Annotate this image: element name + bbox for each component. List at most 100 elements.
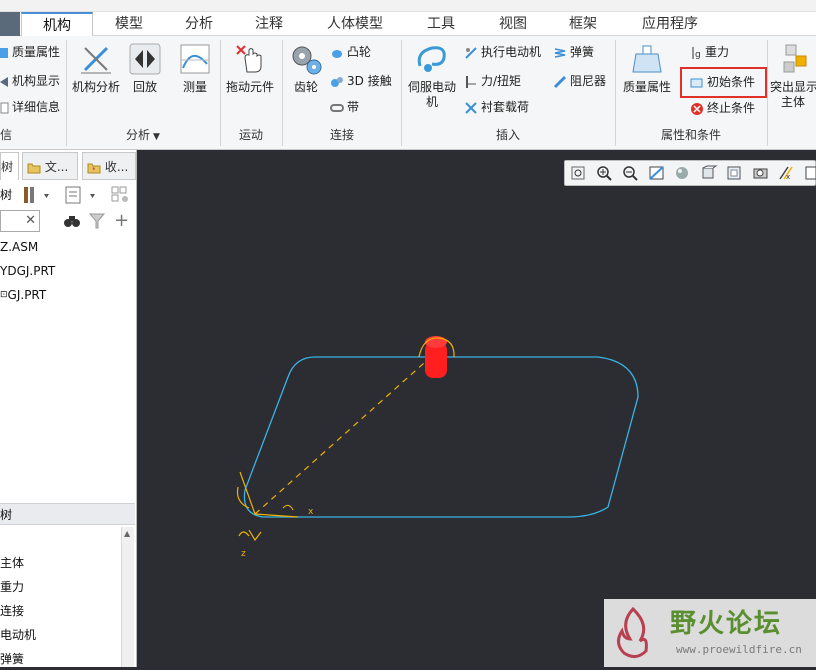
list-icon — [65, 186, 95, 204]
tab-view[interactable]: 视图 — [477, 12, 549, 36]
axis-arc — [236, 486, 250, 509]
chevron-down-icon: ▼ — [153, 132, 160, 142]
svg-text:x: x — [786, 173, 790, 181]
tree-label: 树 — [0, 188, 13, 202]
watermark: 野火论坛 www.proewildfire.cn — [604, 599, 816, 667]
favorites-folder-icon: * — [87, 163, 101, 174]
drag-components-button[interactable]: 拖动元件 — [222, 42, 278, 95]
filter-icon — [88, 213, 106, 229]
tab-annotate[interactable]: 注释 — [233, 12, 305, 36]
group-connect-label: 连接 — [329, 128, 354, 142]
z-axis-label: z — [241, 549, 246, 559]
clear-icon[interactable]: ✕ — [25, 213, 36, 228]
tab-frame[interactable]: 框架 — [549, 12, 617, 36]
mass-properties-icon — [632, 45, 662, 73]
svg-text:*: * — [92, 166, 96, 174]
gravity-item[interactable]: g 重力 — [690, 42, 729, 62]
belt-item[interactable]: 带 — [330, 97, 359, 117]
x-axis-label: x — [308, 507, 314, 517]
gears-button[interactable]: 齿轮 — [286, 42, 326, 95]
axis-arc-bottom — [238, 531, 250, 537]
tab-favorites[interactable]: * 收... — [82, 152, 136, 180]
details-item[interactable]: 详细信息 — [0, 97, 60, 117]
tab-mechanism[interactable]: 机构 — [21, 12, 93, 36]
grid-settings-icon — [111, 186, 128, 202]
tab-model-tree[interactable]: 树 — [0, 152, 19, 180]
bushing-load-item[interactable]: 衬套载荷 — [464, 97, 529, 117]
force-torque-icon — [466, 75, 476, 88]
scroll-up-icon[interactable]: ▲ — [124, 529, 130, 538]
tab-applications[interactable]: 应用程序 — [617, 12, 723, 36]
measure-icon — [180, 44, 210, 74]
group-properties-label: 属性和条件 — [660, 128, 721, 142]
mechanism-analysis-button[interactable]: 机构分析 — [70, 42, 122, 95]
search-input[interactable]: ✕ — [0, 210, 40, 232]
mechanism-tree-header: 树 — [0, 503, 135, 525]
mech-tree-item-motors[interactable]: 电动机 — [0, 624, 36, 646]
cam-item[interactable]: 凸轮 — [330, 42, 371, 62]
tab-folder-browser[interactable]: 文... — [22, 152, 78, 180]
refit-icon[interactable] — [570, 165, 588, 181]
force-motor-item[interactable]: 执行电动机 — [464, 42, 541, 62]
tree-item-part[interactable]: YDGJ.PRT — [0, 260, 55, 282]
spring-item[interactable]: 弹簧 — [553, 42, 594, 62]
mech-tree-item-connections[interactable]: 连接 — [0, 600, 24, 622]
group-info-label: 信息 — [0, 128, 13, 142]
path-curve — [243, 356, 639, 518]
force-torque-item[interactable]: 力/扭矩 — [464, 71, 521, 91]
mech-tree-item-gravity[interactable]: 重力 — [0, 576, 24, 598]
tab-manikin[interactable]: 人体模型 — [305, 12, 405, 36]
group-motion-label: 运动 — [238, 128, 263, 142]
display-style-icon[interactable] — [674, 165, 692, 181]
servo-motor-button[interactable]: 伺服电动机 — [404, 42, 460, 110]
binoculars-icon — [64, 216, 80, 227]
measure-button[interactable]: 测量 — [174, 42, 216, 95]
highlight-bodies-icon — [783, 44, 807, 73]
tree-item-asm[interactable]: Z.ASM — [0, 236, 38, 258]
tab-tools[interactable]: 工具 — [405, 12, 477, 36]
mass-properties-item[interactable]: 质量属性 — [0, 42, 60, 62]
scrollbar[interactable]: ▲ — [121, 527, 134, 667]
view-manager-icon[interactable] — [726, 165, 744, 181]
damper-icon — [553, 75, 567, 88]
3d-contact-item[interactable]: 3D 接触 — [330, 71, 392, 91]
3d-contact-icon — [331, 76, 343, 87]
zoom-in-icon[interactable] — [596, 165, 614, 181]
saved-orientations-icon[interactable] — [700, 165, 718, 181]
gear-icon — [292, 46, 322, 75]
annotation-display-icon[interactable]: x — [778, 165, 796, 181]
perspective-icon[interactable] — [752, 165, 770, 181]
repaint-icon[interactable] — [648, 165, 666, 181]
show-dropdown[interactable] — [64, 184, 100, 209]
termination-conditions-item[interactable]: 终止条件 — [690, 98, 755, 118]
bushing-load-icon — [465, 101, 477, 114]
highlight-bodies-button[interactable]: 突出显示 主体 — [770, 42, 816, 110]
filter-button[interactable] — [88, 211, 106, 234]
title-bar — [0, 0, 816, 12]
drag-hand-icon — [236, 45, 262, 73]
find-button[interactable] — [62, 211, 82, 234]
add-icon[interactable]: + — [114, 210, 129, 231]
more-tools-icon[interactable] — [804, 165, 816, 181]
mechanism-analysis-icon — [81, 46, 111, 74]
belt-icon — [330, 103, 344, 112]
mech-tree-item-bodies[interactable]: 主体 — [0, 552, 24, 574]
mechanism-display-item[interactable]: 机构显示 — [0, 71, 60, 91]
tree-filter-button[interactable] — [110, 184, 132, 209]
settings-dropdown[interactable] — [22, 184, 52, 209]
file-menu-tab[interactable] — [0, 12, 20, 36]
tab-model[interactable]: 模型 — [93, 12, 165, 36]
tree-item-part[interactable]: ⊡GJ.PRT — [0, 284, 46, 306]
group-insert-label: 插入 — [495, 128, 520, 142]
tab-analysis[interactable]: 分析 — [165, 12, 233, 36]
folder-icon — [27, 163, 41, 173]
damper-item[interactable]: 阻尼器 — [553, 71, 606, 91]
watermark-title: 野火论坛 — [670, 609, 783, 639]
ribbon-separator — [220, 40, 221, 146]
playback-button[interactable]: 回放 — [124, 42, 166, 95]
ribbon-separator — [282, 40, 283, 146]
mass-properties-button[interactable]: 质量属性 — [618, 42, 676, 95]
zoom-out-icon[interactable] — [622, 165, 640, 181]
axis-arc-x — [282, 504, 294, 511]
group-analysis-label[interactable]: 分析 ▼ — [68, 124, 218, 146]
